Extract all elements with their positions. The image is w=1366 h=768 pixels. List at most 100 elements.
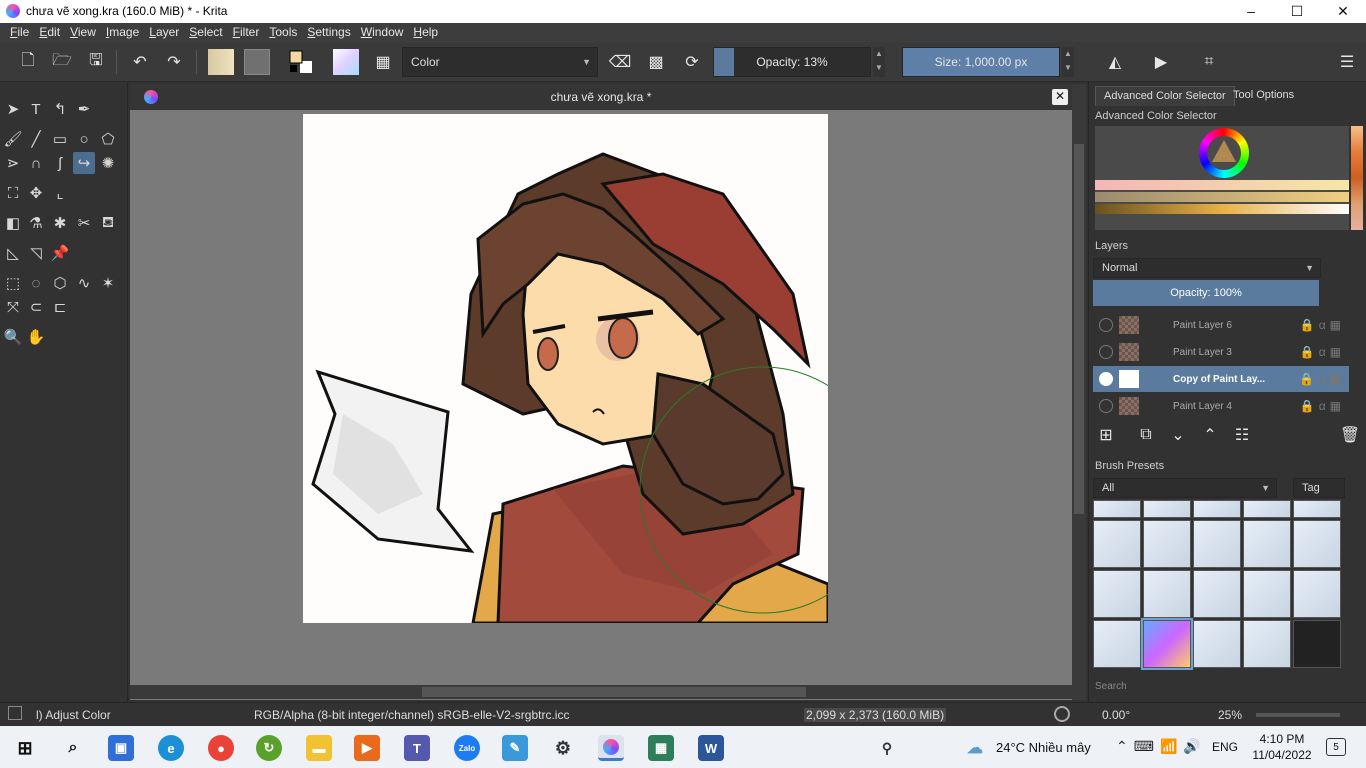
tab-tool-options[interactable]: Tool Options [1225,86,1302,106]
layer-row[interactable]: Paint Layer 6 🔒α▦ [1093,312,1349,338]
menu-filter[interactable]: Filter [228,23,265,42]
magnetic-select-icon[interactable]: ⊏ [49,296,71,318]
language-indicator[interactable]: ENG [1212,740,1238,754]
undo-icon[interactable]: ↶ [127,49,153,75]
move-tool-icon[interactable]: ✥ [25,182,47,204]
zoom-tool-icon[interactable]: 🔍 [2,326,24,348]
pan-tool-icon[interactable]: ✋ [25,326,47,348]
brush-preset[interactable] [1143,570,1191,618]
coccoc-icon[interactable]: ↻ [256,735,282,761]
minimize-button[interactable]: – [1228,0,1274,23]
notification-icon[interactable]: 5 [1326,738,1346,756]
duplicate-layer-icon[interactable]: ⧉ [1133,422,1159,448]
krita-taskbar-icon[interactable] [598,735,624,761]
redo-icon[interactable]: ↷ [161,49,187,75]
line-tool-icon[interactable]: ╱ [25,128,47,150]
magic-wand-icon[interactable]: ✶ [97,272,119,294]
maximize-button[interactable]: ☐ [1274,0,1320,23]
new-document-icon[interactable]: 🗋 [15,49,41,75]
open-document-icon[interactable]: 🗁 [49,49,75,75]
brush-search-input[interactable]: Search [1093,678,1337,696]
tag-select[interactable]: Tag [1293,478,1345,498]
menu-edit[interactable]: Edit [34,23,65,42]
gradient-selector-icon[interactable] [208,49,234,75]
brush-preset[interactable] [1093,620,1141,668]
store-icon[interactable]: ▣ [108,735,134,761]
reference-tool-icon[interactable]: 📌 [49,242,71,264]
calligraphy-icon[interactable]: ✒ [73,98,95,120]
ellipse-tool-icon[interactable]: ○ [73,128,95,150]
rotation-value[interactable]: 0.00° [1102,708,1130,722]
multibrush-icon[interactable]: ✺ [97,152,119,174]
horizontal-scrollbar[interactable] [130,685,1072,699]
file-explorer-icon[interactable]: ▬ [306,735,332,761]
search-icon[interactable]: ⌕ [60,735,86,761]
rotation-icon[interactable] [1054,706,1070,722]
layer-row-selected[interactable]: Copy of Paint Lay... 🔒α▦ [1093,366,1349,392]
size-slider[interactable]: Size: 1,000.00 px [902,47,1060,77]
polygon-select-icon[interactable]: ⬡ [49,272,71,294]
tray-icons[interactable]: ⌃⌨📶🔊 [1116,738,1207,755]
layer-row[interactable]: Paint Layer 4 🔒α▦ [1093,393,1349,419]
crop-tool-icon[interactable]: ⌞ [49,182,71,204]
scrollbar-thumb[interactable] [1074,144,1084,514]
tab-advanced-color-selector[interactable]: Advanced Color Selector [1095,86,1235,106]
teams-icon[interactable]: T [404,735,430,761]
eraser-icon[interactable]: ⌫ [607,49,633,75]
brush-preset[interactable] [1243,570,1291,618]
layer-opacity-slider[interactable]: Opacity: 100% [1093,280,1319,306]
clock-date[interactable]: 11/04/2022 [1250,748,1314,762]
layer-lock-icon[interactable]: 🔒α▦ [1299,372,1345,386]
bezier-select-icon[interactable]: ⊂ [25,296,47,318]
menu-view[interactable]: View [65,23,101,42]
menu-settings[interactable]: Settings [302,23,355,42]
visibility-icon[interactable] [1099,345,1113,359]
brush-preset[interactable] [1093,570,1141,618]
freehand-path-icon[interactable]: ʃ [49,152,71,174]
word-icon[interactable]: W [698,735,724,761]
vertical-scrollbar[interactable] [1072,84,1086,700]
close-window-button[interactable]: ✕ [1320,0,1366,23]
brush-preset[interactable] [1243,520,1291,568]
layer-blend-select[interactable]: Normal ▼ [1093,258,1321,278]
brush-filter-select[interactable]: All ▼ [1093,478,1277,498]
transform-tool-icon[interactable]: ⛶ [2,182,24,204]
layer-lock-icon[interactable]: 🔒α▦ [1300,399,1345,413]
layer-row[interactable]: Paint Layer 3 🔒α▦ [1093,339,1349,365]
add-layer-icon[interactable]: ⊞ [1093,422,1119,448]
menu-file[interactable]: File [5,23,34,42]
menu-tools[interactable]: Tools [264,23,302,42]
menu-layer[interactable]: Layer [144,23,184,42]
windows-start-icon[interactable]: ⊞ [12,735,38,761]
brush-preset[interactable] [1193,520,1241,568]
edge-icon[interactable]: e [158,735,184,761]
paint-icon[interactable]: ✎ [502,735,528,761]
clock-time[interactable]: 4:10 PM [1256,732,1308,746]
save-document-icon[interactable]: 🖫 [83,49,109,75]
chrome-icon[interactable]: ● [208,735,234,761]
text-tool-icon[interactable]: T [25,98,47,120]
zalo-icon[interactable]: Zalo [454,735,480,761]
move-layer-down-icon[interactable]: ⌄ [1165,422,1191,448]
mirror-vertical-icon[interactable]: ▶ [1148,49,1174,75]
brush-preset[interactable] [1293,520,1341,568]
measure-tool-icon[interactable]: ◺ [2,242,24,264]
color-history-strip[interactable] [1351,126,1363,230]
visibility-icon[interactable] [1099,399,1113,413]
opacity-slider[interactable]: Opacity: 13% [713,47,871,77]
menu-help[interactable]: Help [408,23,443,42]
reload-preset-icon[interactable]: ⟳ [679,49,705,75]
docker-toggle-icon[interactable]: ☰ [1334,49,1360,75]
brush-preset[interactable] [1293,620,1341,668]
visibility-icon[interactable] [1099,372,1113,386]
zoom-slider[interactable] [1256,713,1340,717]
brush-preset-icon[interactable] [333,49,359,75]
media-player-icon[interactable]: ▶ [354,735,380,761]
blend-mode-select[interactable]: Color ▼ [402,47,598,77]
layer-lock-icon[interactable]: 🔒α▦ [1300,345,1345,359]
image-dimensions[interactable]: 2,099 x 2,373 (160.0 MiB) [804,708,947,722]
alpha-lock-icon[interactable]: ▩ [643,49,669,75]
workspace-icon[interactable]: ▦ [370,49,396,75]
menu-window[interactable]: Window [356,23,409,42]
zoom-value[interactable]: 25% [1218,708,1242,722]
